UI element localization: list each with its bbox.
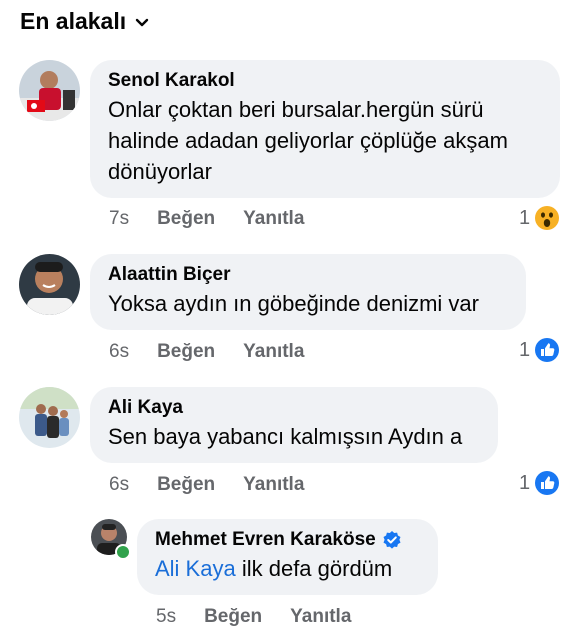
comment-author[interactable]: Alaattin Biçer [108,264,508,286]
comment-text: Yoksa aydın ın göbeğinde denizmi var [108,288,508,319]
like-button[interactable]: Beğen [157,208,215,230]
comment-actions: 6s Beğen Yanıtla [109,474,332,496]
comment-actions: 6s Beğen Yanıtla [109,341,332,363]
comment-text-line: Yoksa aydın ın göbeğinde denizmi var [108,291,479,316]
avatar[interactable] [19,60,80,121]
sort-dropdown[interactable]: En alakalı [20,8,150,35]
reply-button[interactable]: Yanıtla [243,474,304,496]
like-button[interactable]: Beğen [157,474,215,496]
chevron-down-icon [135,18,149,26]
avatar[interactable] [19,387,80,448]
comment-bubble: Senol Karakol Onlar çoktan beri bursalar… [90,60,560,198]
avatar[interactable] [19,254,80,315]
reply-button[interactable]: Yanıtla [290,606,351,628]
like-button[interactable]: Beğen [157,341,215,363]
like-button[interactable]: Beğen [204,606,262,628]
reaction-summary[interactable]: 1 [519,470,560,496]
reply-button[interactable]: Yanıtla [243,208,304,230]
comment-text-line: halinde adadan geliyorlar çöplüğe akşam [108,128,508,153]
comment-text-line: dönüyorlar [108,159,212,184]
comment-author[interactable]: Ali Kaya [108,397,480,419]
comment-bubble: Alaattin Biçer Yoksa aydın ın göbeğinde … [90,254,526,330]
comment-actions: 7s Beğen Yanıtla [109,208,332,230]
comment-time[interactable]: 6s [109,341,129,363]
online-status-indicator [115,544,131,560]
reaction-count: 1 [519,206,531,229]
comment-author[interactable]: Senol Karakol [108,70,542,92]
reaction-count: 1 [519,338,531,361]
sort-label: En alakalı [20,8,127,34]
reply-actions: 5s Beğen Yanıtla [156,606,379,628]
wow-icon [535,206,560,230]
reply-time[interactable]: 5s [156,606,176,628]
reply-text-body: ilk defa gördüm [235,556,393,581]
reaction-summary[interactable]: 1 [519,337,560,363]
comment-text-line: Sen baya yabancı kalmışsın Aydın a [108,424,463,449]
comment-text: Sen baya yabancı kalmışsın Aydın a [108,421,480,452]
reaction-count: 1 [519,471,531,494]
reply-text: Ali Kaya ilk defa gördüm [155,553,420,584]
comment-time[interactable]: 7s [109,208,129,230]
reaction-summary[interactable]: 1 [519,205,560,231]
like-icon [535,471,560,495]
comment-text: Onlar çoktan beri bursalar.hergün sürü h… [108,94,542,187]
mention-link[interactable]: Ali Kaya [155,556,236,581]
comment-text-line: Onlar çoktan beri bursalar.hergün sürü [108,97,484,122]
comment-bubble: Ali Kaya Sen baya yabancı kalmışsın Aydı… [90,387,498,463]
verified-badge-icon [383,531,401,549]
reply-bubble: Mehmet Evren Karaköse Ali Kaya ilk defa … [137,519,438,595]
comment-time[interactable]: 6s [109,474,129,496]
reply-author-name[interactable]: Mehmet Evren Karaköse [155,529,376,551]
like-icon [535,338,560,362]
reply-button[interactable]: Yanıtla [243,341,304,363]
reply-author: Mehmet Evren Karaköse [155,529,420,551]
